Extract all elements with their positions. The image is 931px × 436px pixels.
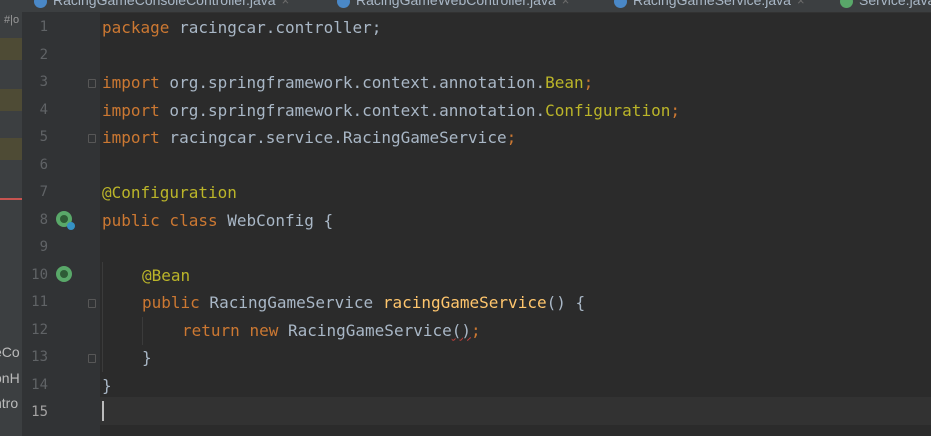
line-number: 6: [39, 156, 48, 173]
code-line-8: public class WebConfig {: [102, 207, 333, 235]
code-line-7: @Configuration: [102, 179, 237, 207]
semicolon: ;: [583, 73, 594, 92]
tab-label: RacingGameWebController.java: [356, 0, 556, 8]
semicolon: ;: [471, 320, 481, 340]
keyword: package: [102, 18, 170, 37]
constructor-type: RacingGameService: [278, 320, 452, 340]
closing-brace: }: [102, 375, 112, 395]
method-name: racingGameService: [382, 293, 547, 312]
panel-vertical-label: #|o: [4, 14, 20, 26]
line-number: 10: [31, 266, 48, 283]
tab-label: RacingGameConsoleController.java: [53, 0, 276, 8]
annotation: @Bean: [142, 265, 191, 285]
class-declaration: WebConfig {: [217, 210, 334, 230]
line-number: 8: [39, 211, 48, 228]
keyword: return: [182, 320, 240, 340]
line-number: 12: [31, 321, 48, 338]
code-line-1: package racingcar.controller;: [102, 14, 381, 42]
fold-end-icon[interactable]: [88, 134, 96, 143]
code-line-4: import org.springframework.context.annot…: [102, 97, 680, 125]
error-stripe: [0, 198, 22, 200]
code-line-13: }: [142, 344, 152, 372]
project-panel-edge: #|o eCo onH ntro: [0, 0, 22, 436]
java-class-icon: [34, 0, 47, 8]
line-number: 4: [39, 101, 48, 118]
java-class-icon: [614, 0, 627, 8]
fold-toggle-icon[interactable]: [88, 299, 96, 308]
java-interface-icon: [840, 0, 853, 8]
import-path: org.springframework.context.annotation.: [159, 100, 546, 120]
highlight-band: [0, 89, 22, 111]
method-signature: () {: [546, 293, 586, 312]
line-number: 2: [39, 46, 48, 63]
semicolon: ;: [506, 128, 517, 147]
import-path: racingcar.service.RacingGameService: [159, 128, 507, 147]
current-line-highlight: [100, 397, 931, 425]
close-icon[interactable]: ×: [562, 0, 570, 8]
tab-service[interactable]: Service.java: [840, 0, 931, 12]
highlight-band: [0, 38, 22, 60]
import-class: Bean: [545, 73, 584, 92]
import-class: Configuration: [545, 100, 671, 120]
code-line-3: import org.springframework.context.annot…: [102, 69, 593, 97]
tab-racing-game-web-controller[interactable]: RacingGameWebController.java ×: [337, 0, 569, 12]
closing-brace: }: [142, 348, 152, 367]
semicolon: ;: [670, 100, 680, 120]
line-number-current: 15: [31, 404, 48, 420]
tab-racing-game-console-controller[interactable]: RacingGameConsoleController.java ×: [34, 0, 289, 12]
tab-label: RacingGameService.java: [633, 0, 791, 8]
line-number: 1: [39, 19, 48, 35]
line-number: 11: [31, 294, 48, 310]
keyword: import: [102, 100, 160, 120]
import-path: org.springframework.context.annotation.: [159, 73, 546, 92]
keyword: public: [142, 293, 200, 312]
tab-label: Service.java: [859, 0, 931, 8]
line-number: 13: [31, 349, 48, 365]
annotation: @Configuration: [102, 183, 237, 202]
package-name: racingcar.controller;: [169, 18, 382, 37]
code-editor[interactable]: package racingcar.controller; import org…: [100, 12, 931, 436]
code-line-10: @Bean: [142, 262, 190, 290]
indent-guide: [102, 262, 103, 372]
project-tree-item[interactable]: onH: [0, 370, 20, 386]
line-number: 5: [39, 129, 48, 145]
spring-bean-icon[interactable]: [56, 211, 75, 230]
keyword: new: [249, 320, 279, 340]
keyword: import: [102, 73, 160, 92]
return-type: RacingGameService: [199, 293, 383, 312]
line-number: 14: [31, 376, 48, 393]
keyword: public class: [102, 210, 218, 230]
line-number: 7: [39, 184, 48, 200]
fold-end-icon[interactable]: [88, 354, 96, 363]
spring-bean-icon[interactable]: [56, 266, 72, 282]
close-icon[interactable]: ×: [797, 0, 805, 8]
close-icon[interactable]: ×: [282, 0, 290, 8]
warning-parens[interactable]: (): [452, 321, 471, 340]
code-line-5: import racingcar.service.RacingGameServi…: [102, 124, 516, 152]
text-caret: [102, 401, 104, 421]
project-tree-item[interactable]: eCo: [0, 344, 20, 360]
editor-gutter[interactable]: 1 2 3 4 5 6 7 8 9 10 11 12 13 14 15: [22, 12, 100, 436]
code-line-11: public RacingGameService racingGameServi…: [142, 289, 585, 317]
highlight-band: [0, 138, 22, 160]
code-line-14: }: [102, 372, 112, 400]
java-class-icon: [337, 0, 350, 8]
navigate-arrow-icon: [67, 222, 75, 230]
project-tree-item[interactable]: ntro: [0, 395, 18, 411]
line-number: 3: [39, 74, 48, 90]
indent-guide: [142, 317, 143, 345]
keyword: import: [102, 128, 160, 147]
code-line-12: return new RacingGameService();: [182, 317, 481, 345]
fold-toggle-icon[interactable]: [88, 79, 96, 88]
line-number: 9: [39, 239, 48, 255]
